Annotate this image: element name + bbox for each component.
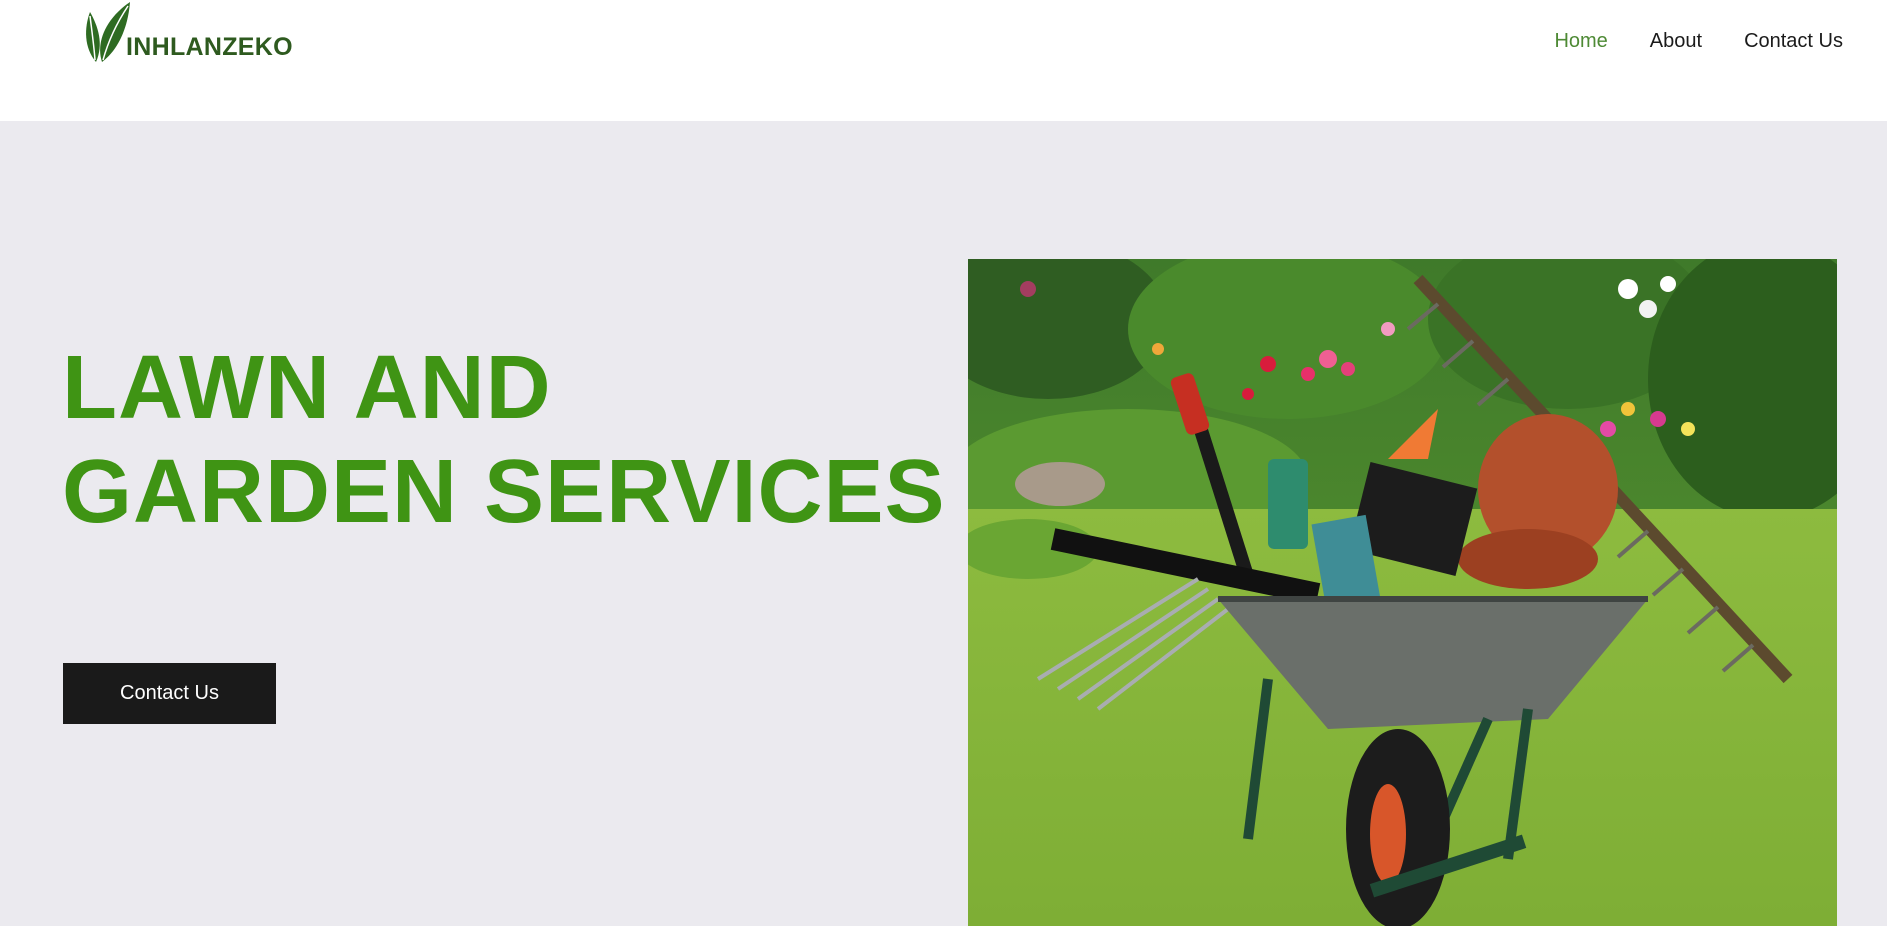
brand-name: INHLANZEKO — [126, 33, 293, 61]
site-header: INHLANZEKO Home About Contact Us — [0, 0, 1887, 121]
nav-about-link[interactable]: About — [1650, 30, 1702, 53]
nav-home-link[interactable]: Home — [1554, 30, 1607, 53]
hero-title: LAWN AND GARDEN SERVICES — [62, 336, 946, 544]
hero-image — [968, 259, 1837, 926]
contact-us-button[interactable]: Contact Us — [63, 663, 276, 724]
brand-logo[interactable]: INHLANZEKO — [82, 0, 293, 64]
hero-title-line-1: LAWN AND — [62, 338, 552, 438]
main-nav: Home About Contact Us — [1554, 30, 1843, 53]
hero-title-line-2: GARDEN SERVICES — [62, 442, 946, 542]
nav-contact-link[interactable]: Contact Us — [1744, 30, 1843, 53]
